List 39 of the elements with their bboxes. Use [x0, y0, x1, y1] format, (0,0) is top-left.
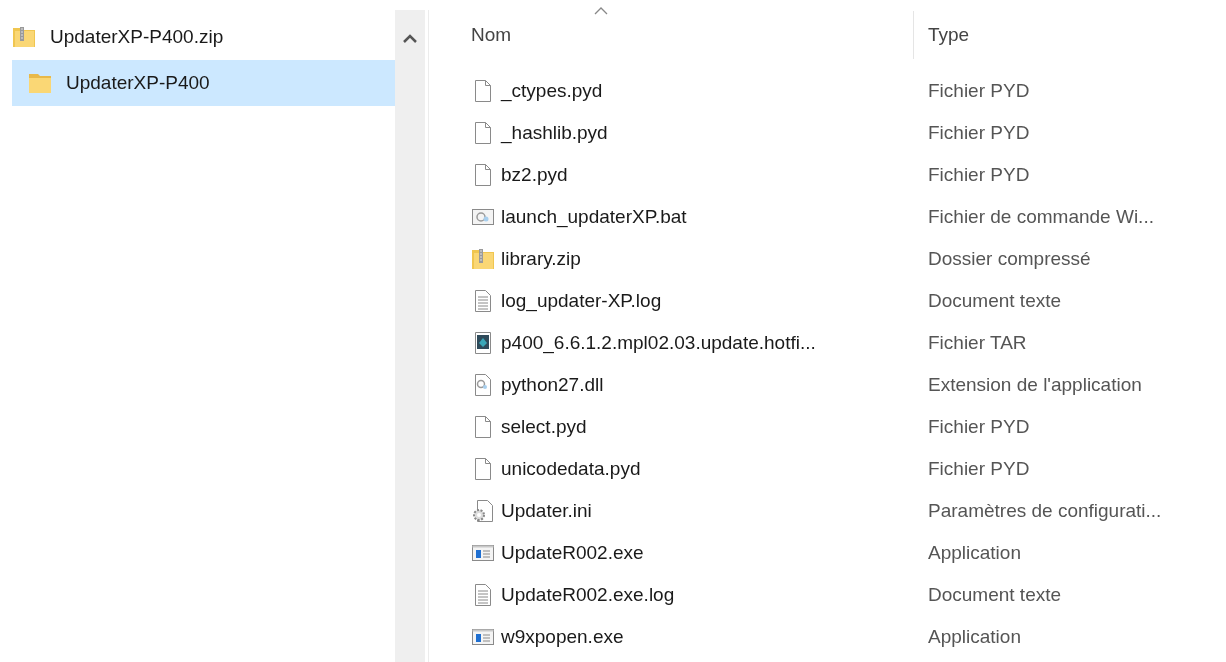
file-name[interactable]: launch_updaterXP.bat	[501, 206, 687, 228]
file-name[interactable]: library.zip	[501, 248, 581, 270]
file-name[interactable]: Updater.ini	[501, 500, 592, 522]
file-type: Extension de l'application	[928, 374, 1142, 396]
file-name[interactable]: w9xpopen.exe	[501, 626, 624, 648]
file-type: Dossier compressé	[928, 248, 1091, 270]
tree-item[interactable]: UpdaterXP-P400.zip	[12, 14, 395, 60]
file-type: Paramètres de configurati...	[928, 500, 1162, 522]
file-name[interactable]: UpdateR002.exe.log	[501, 584, 675, 606]
settings-file-icon	[471, 499, 495, 523]
file-type: Fichier PYD	[928, 164, 1030, 186]
zip-folder-icon	[12, 25, 36, 49]
file-type: Fichier PYD	[928, 122, 1030, 144]
file-type: Fichier de commande Wi...	[928, 206, 1154, 228]
file-type: Fichier TAR	[928, 332, 1027, 354]
file-type: Document texte	[928, 290, 1062, 312]
scrollbar[interactable]	[395, 10, 425, 662]
file-type: Fichier PYD	[928, 80, 1030, 102]
file-type: Fichier PYD	[928, 458, 1030, 480]
file-name[interactable]: bz2.pyd	[501, 164, 568, 186]
column-header[interactable]: Type	[928, 4, 1226, 46]
zip-folder-icon	[471, 247, 495, 271]
sort-ascending-icon	[594, 7, 608, 15]
scroll-up-icon[interactable]	[403, 34, 417, 44]
column-header[interactable]: Nom	[471, 4, 913, 46]
file-type: Fichier PYD	[928, 416, 1030, 438]
file-name[interactable]: p400_6.6.1.2.mpl02.03.update.hotfi...	[501, 332, 816, 354]
file-name[interactable]: _ctypes.pyd	[501, 80, 603, 102]
file-type: Application	[928, 626, 1021, 648]
tree-item[interactable]: UpdaterXP-P400	[12, 60, 395, 106]
file-name[interactable]: python27.dll	[501, 374, 604, 396]
file-name[interactable]: select.pyd	[501, 416, 587, 438]
file-name[interactable]: unicodedata.pyd	[501, 458, 641, 480]
file-name[interactable]: UpdateR002.exe	[501, 542, 644, 564]
file-type: Document texte	[928, 584, 1062, 606]
file-name[interactable]: _hashlib.pyd	[501, 122, 608, 144]
folder-icon	[28, 71, 52, 95]
file-name[interactable]: log_updater-XP.log	[501, 290, 662, 312]
file-type: Application	[928, 542, 1021, 564]
